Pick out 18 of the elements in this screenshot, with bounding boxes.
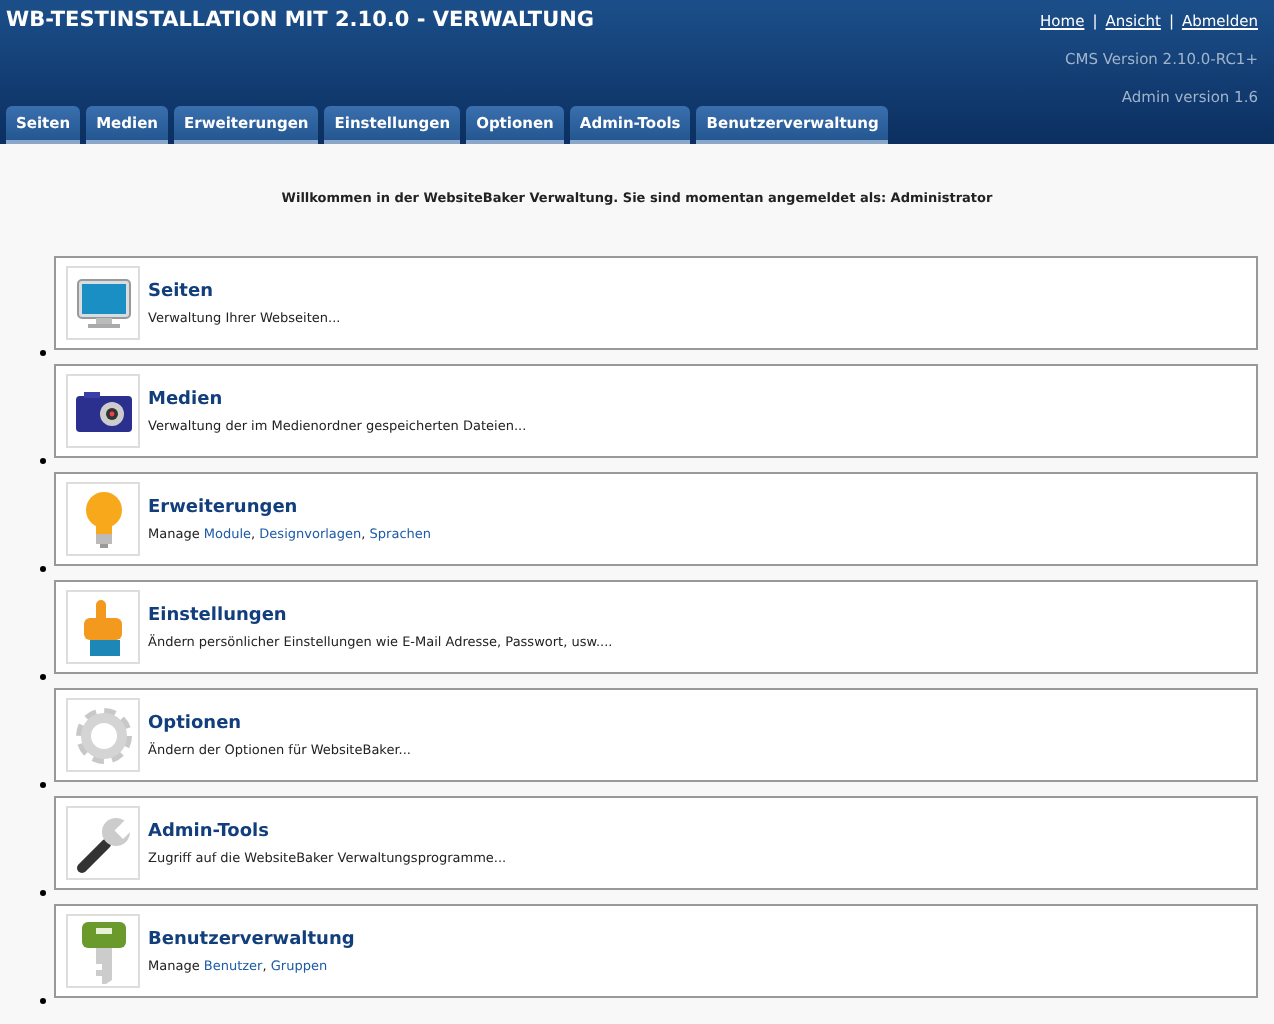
camera-icon — [73, 389, 133, 433]
section-title[interactable]: Optionen — [148, 713, 411, 733]
list-bullet — [40, 998, 46, 1004]
site-title: WB-TESTINSTALLATION MIT 2.10.0 - VERWALTUNG — [6, 8, 595, 32]
list-bullet — [40, 782, 46, 788]
list-bullet — [40, 458, 46, 464]
section-title[interactable]: Benutzerverwaltung — [148, 929, 355, 949]
section-title[interactable]: Admin-Tools — [148, 821, 507, 841]
list-bullet — [40, 890, 46, 896]
list-bullet — [40, 350, 46, 356]
key-icon — [79, 919, 127, 983]
section-title[interactable]: Einstellungen — [148, 605, 613, 625]
section-title[interactable]: Seiten — [148, 281, 341, 301]
lightbulb-icon — [81, 489, 125, 549]
section-title[interactable]: Medien — [148, 389, 527, 409]
list-bullet — [40, 566, 46, 572]
list-bullet — [40, 674, 46, 680]
section-title[interactable]: Erweiterungen — [148, 497, 432, 517]
